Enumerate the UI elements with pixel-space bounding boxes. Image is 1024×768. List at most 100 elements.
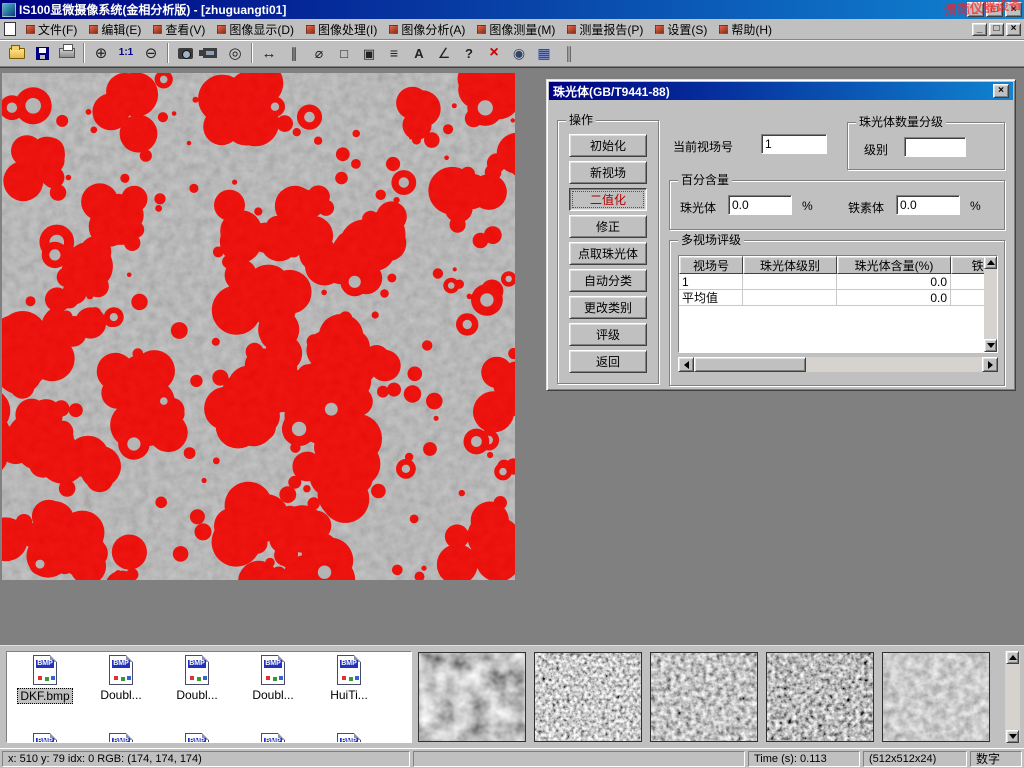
mdi-document-icon[interactable] [4, 22, 16, 36]
dialog-close-button[interactable]: × [993, 84, 1009, 98]
actual-size-icon[interactable]: 1:1 [114, 42, 138, 65]
bmp-file-icon: BMP [185, 733, 209, 743]
save-file-icon[interactable] [30, 42, 54, 65]
menu-label: 图像分析(A) [401, 21, 465, 38]
zoom-out-icon[interactable]: ⊖ [139, 42, 163, 65]
menu-item-image-analysis[interactable]: 图像分析(A) [383, 19, 471, 40]
measure-diameter-icon[interactable]: ⌀ [307, 42, 331, 65]
operation-button[interactable]: 新视场 [569, 161, 647, 184]
close-button[interactable]: × [1005, 2, 1022, 17]
down-arrow-icon [1009, 734, 1017, 739]
image-display-menu-icon [217, 25, 226, 34]
file-item[interactable]: BMP [159, 730, 235, 743]
table-vertical-scrollbar[interactable] [984, 256, 997, 352]
measure-angle-icon[interactable]: ∠ [432, 42, 456, 65]
grid-overlay-icon[interactable]: ▦ [532, 42, 556, 65]
pearlite-percent-input[interactable] [728, 195, 792, 215]
scroll-up-button[interactable] [984, 256, 997, 269]
file-item[interactable]: BMP [83, 730, 159, 743]
menu-item-image-process[interactable]: 图像处理(I) [300, 19, 383, 40]
menu-item-edit[interactable]: 编辑(E) [83, 19, 147, 40]
thumbnail-image[interactable] [418, 652, 526, 742]
target-calibrate-icon[interactable]: ◎ [223, 42, 247, 65]
current-field-input[interactable] [761, 134, 827, 154]
table-row[interactable]: 10.0 [679, 274, 997, 290]
title-bar[interactable]: IS100显微摄像系统(金相分析版) - [zhuguangti01] _ □ … [0, 0, 1024, 19]
camera-capture-icon[interactable] [173, 42, 197, 65]
column-header[interactable]: 珠光体级别 [743, 256, 837, 274]
file-item[interactable]: BMPDoubl... [83, 652, 159, 730]
file-item[interactable]: BMPDoubl... [235, 652, 311, 730]
thumbnail-image[interactable] [766, 652, 874, 742]
menu-item-view[interactable]: 查看(V) [147, 19, 211, 40]
scroll-down-button[interactable] [984, 339, 997, 352]
measure-area-icon[interactable]: ▣ [357, 42, 381, 65]
specimen-image[interactable] [2, 73, 515, 580]
operation-button[interactable]: 二值化 [569, 188, 647, 211]
menu-item-file[interactable]: 文件(F) [20, 19, 83, 40]
open-file-icon[interactable] [5, 42, 29, 65]
table-row[interactable]: 平均值0.0 [679, 290, 997, 306]
table-cell: 平均值 [679, 290, 743, 306]
operation-button[interactable]: 评级 [569, 323, 647, 346]
measure-length-icon[interactable]: ↔ [257, 42, 281, 65]
operation-button[interactable]: 自动分类 [569, 269, 647, 292]
thumbnail-image[interactable] [650, 652, 758, 742]
column-header[interactable]: 珠光体含量(%) [837, 256, 951, 274]
measure-parallel-icon[interactable]: ∥ [282, 42, 306, 65]
menu-item-measure-report[interactable]: 测量报告(P) [561, 19, 649, 40]
bmp-format-label: BMP [264, 660, 282, 668]
help-icon[interactable]: ? [457, 42, 481, 65]
dialog-title-bar[interactable]: 珠光体(GB/T9441-88) × [549, 82, 1013, 100]
ruler-tool-icon[interactable]: ║ [557, 42, 581, 65]
restore-button[interactable]: □ [986, 2, 1003, 17]
file-item[interactable]: BMPDoubl... [159, 652, 235, 730]
preview-eye-icon[interactable]: ◉ [507, 42, 531, 65]
ferrite-percent-input[interactable] [896, 195, 960, 215]
measure-list-icon[interactable]: ≡ [382, 42, 406, 65]
operation-button[interactable]: 返回 [569, 350, 647, 373]
current-field-label: 当前视场号 [673, 138, 733, 155]
scroll-left-button[interactable] [678, 357, 694, 372]
menu-item-settings[interactable]: 设置(S) [649, 19, 713, 40]
thumbnail-image[interactable] [534, 652, 642, 742]
mdi-minimize-button[interactable]: _ [972, 23, 987, 36]
file-item[interactable]: BMPHuiTi... [311, 652, 387, 730]
operation-button[interactable]: 修正 [569, 215, 647, 238]
operation-group-label: 操作 [566, 113, 596, 128]
measure-rect-icon[interactable]: □ [332, 42, 356, 65]
zoom-in-icon[interactable]: ⊕ [89, 42, 113, 65]
grade-level-input[interactable] [904, 137, 966, 157]
measure-length-glyph: ↔ [262, 46, 277, 61]
panel-scroll-down-button[interactable] [1006, 730, 1019, 743]
operation-button[interactable]: 初始化 [569, 134, 647, 157]
scrollbar-thumb[interactable] [694, 357, 806, 372]
column-header[interactable]: 视场号 [679, 256, 743, 274]
file-item[interactable]: BMP [235, 730, 311, 743]
operation-button[interactable]: 点取珠光体 [569, 242, 647, 265]
workspace: 珠光体(GB/T9441-88) × 操作 初始化新视场二值化修正点取珠光体自动… [0, 67, 1024, 645]
delete-tool-icon[interactable]: × [482, 42, 506, 65]
file-item[interactable]: BMPDKF.bmp [7, 652, 83, 730]
scroll-right-button[interactable] [982, 357, 998, 372]
panel-scrollbar[interactable] [1005, 651, 1020, 743]
minimize-button[interactable]: _ [967, 2, 984, 17]
file-item[interactable]: BMP [311, 730, 387, 743]
image-process-menu-icon [306, 25, 315, 34]
file-item[interactable]: BMP [7, 730, 83, 743]
menu-item-image-display[interactable]: 图像显示(D) [211, 19, 300, 40]
ferrite-label: 铁素体 [848, 199, 884, 216]
mdi-close-button[interactable]: × [1006, 23, 1021, 36]
rating-table: 视场号珠光体级别珠光体含量(%)铁素体含量(%) 10.0平均值0.0 [678, 255, 998, 353]
print-icon[interactable] [55, 42, 79, 65]
operation-button[interactable]: 更改类别 [569, 296, 647, 319]
video-capture-icon[interactable] [198, 42, 222, 65]
table-horizontal-scrollbar[interactable] [678, 357, 998, 372]
thumbnail-image[interactable] [882, 652, 990, 742]
menu-item-help[interactable]: 帮助(H) [713, 19, 778, 40]
menu-item-image-measure[interactable]: 图像测量(M) [471, 19, 561, 40]
annotate-text-icon[interactable]: A [407, 42, 431, 65]
panel-scroll-up-button[interactable] [1006, 651, 1019, 664]
menu-bar: 文件(F)编辑(E)查看(V)图像显示(D)图像处理(I) 图像分析(A) 图像测量… [0, 19, 1024, 40]
mdi-restore-button[interactable]: □ [989, 23, 1004, 36]
